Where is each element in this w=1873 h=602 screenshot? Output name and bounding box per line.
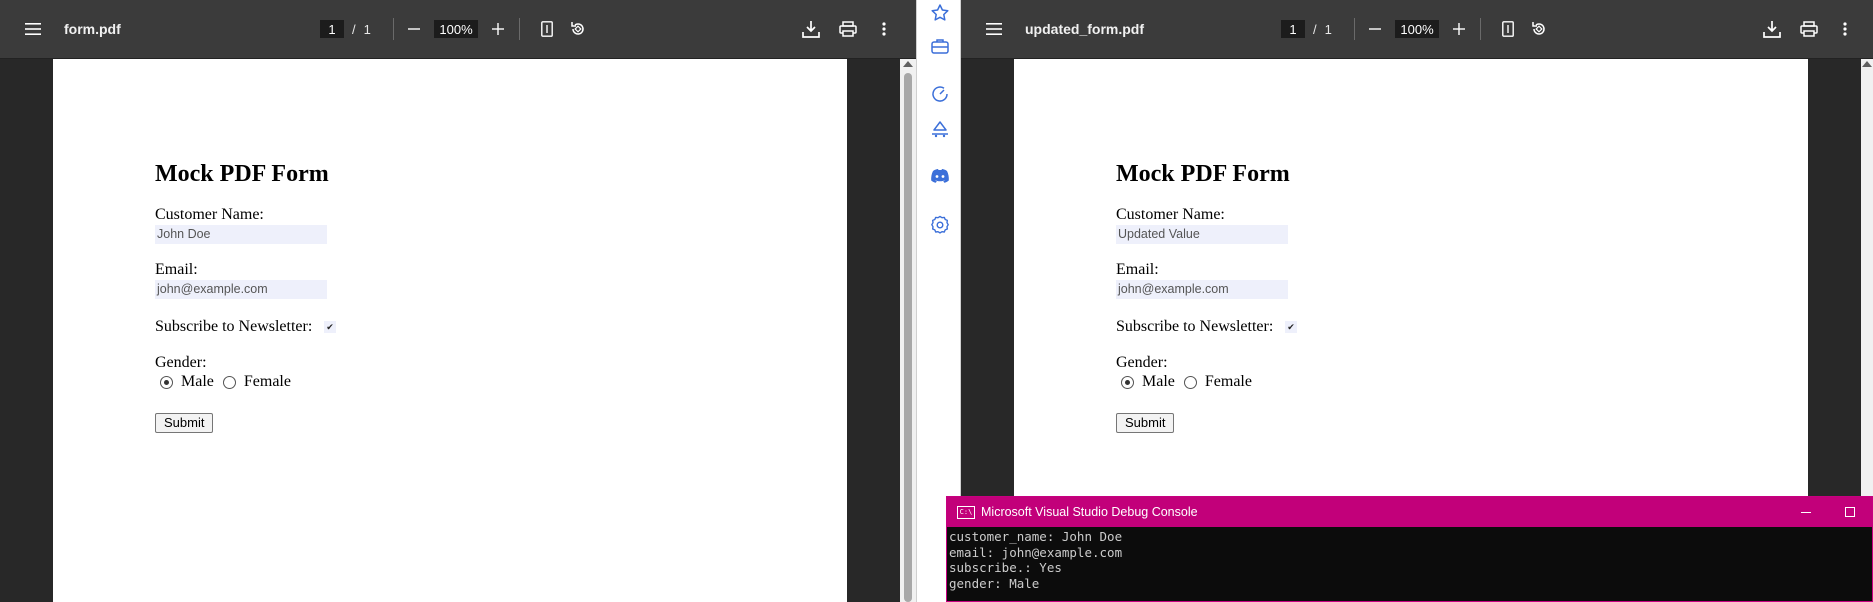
more-options-icon[interactable]	[1830, 0, 1860, 58]
pdf-form: Mock PDF Form Customer Name: Updated Val…	[1116, 161, 1297, 433]
viewer-toolbar: form.pdf / 1	[0, 0, 916, 59]
page-separator: /	[1313, 21, 1317, 37]
zoom-level	[434, 0, 478, 58]
zoom-input[interactable]	[1395, 20, 1439, 38]
page-indicator: / 1	[1281, 0, 1332, 58]
gender-label: Gender:	[1116, 354, 1168, 371]
gender-options: Male Female	[155, 373, 291, 391]
pdf-viewer-left: form.pdf / 1	[0, 0, 916, 602]
document-title: updated_form.pdf	[1025, 21, 1144, 37]
minimize-icon[interactable]	[1784, 497, 1828, 527]
submit-button[interactable]: Submit	[1116, 413, 1175, 433]
print-icon[interactable]	[1794, 0, 1824, 58]
customer-name-label: Customer Name:	[1116, 206, 1225, 223]
radio-female-label: Female	[243, 373, 291, 390]
console-line: email: john@example.com	[949, 544, 1123, 560]
page-indicator: / 1	[320, 0, 371, 58]
gauge-icon[interactable]	[929, 83, 951, 105]
zoom-out-icon[interactable]	[1360, 0, 1390, 58]
rotate-icon[interactable]	[1524, 0, 1554, 58]
fit-page-icon[interactable]	[532, 0, 562, 58]
menu-icon[interactable]	[18, 0, 48, 58]
star-icon[interactable]	[929, 2, 951, 24]
download-icon[interactable]	[796, 0, 826, 58]
pdf-form: Mock PDF Form Customer Name: John Doe Em…	[155, 161, 336, 433]
form-heading: Mock PDF Form	[1116, 161, 1290, 187]
page-total: 1	[1324, 21, 1332, 37]
toolbar-divider	[393, 0, 394, 58]
gender-label: Gender:	[155, 354, 207, 371]
fit-page-icon[interactable]	[1493, 0, 1523, 58]
email-label: Email:	[155, 261, 198, 278]
discord-icon[interactable]	[929, 165, 951, 187]
rotate-icon[interactable]	[563, 0, 593, 58]
subscribe-row: Subscribe to Newsletter:	[155, 318, 312, 336]
console-title: Microsoft Visual Studio Debug Console	[981, 505, 1198, 519]
email-field[interactable]: john@example.com	[155, 280, 327, 299]
subscribe-checkbox[interactable]: ✔	[1285, 321, 1297, 333]
subscribe-checkbox[interactable]: ✔	[324, 321, 336, 333]
gender-options: Male Female	[1116, 373, 1252, 391]
toolbar-divider	[1480, 0, 1481, 58]
form-heading: Mock PDF Form	[155, 161, 329, 187]
console-line: subscribe.: Yes	[949, 560, 1062, 576]
paint-bucket-icon[interactable]	[929, 117, 951, 139]
briefcase-icon[interactable]	[929, 35, 951, 57]
submit-button[interactable]: Submit	[155, 413, 214, 433]
scroll-up-arrow-icon[interactable]	[903, 61, 913, 67]
settings-gear-icon[interactable]	[929, 214, 951, 236]
subscribe-row: Subscribe to Newsletter:	[1116, 318, 1273, 336]
subscribe-label: Subscribe to Newsletter:	[1116, 318, 1274, 335]
radio-male-label: Male	[181, 373, 214, 390]
radio-male[interactable]	[1121, 375, 1134, 389]
customer-name-label: Customer Name:	[155, 206, 264, 223]
console-line: customer_name: John Doe	[949, 529, 1123, 544]
customer-name-field[interactable]: John Doe	[155, 225, 327, 244]
zoom-in-icon[interactable]	[1444, 0, 1474, 58]
zoom-input[interactable]	[434, 20, 478, 38]
radio-female-label: Female	[1204, 373, 1252, 390]
toolbar-divider	[1354, 0, 1355, 58]
debug-console-window: C:\ Microsoft Visual Studio Debug Consol…	[946, 496, 1873, 602]
radio-male-label: Male	[1142, 373, 1175, 390]
email-label: Email:	[1116, 261, 1159, 278]
page-number-input[interactable]	[320, 20, 344, 38]
scroll-up-arrow-icon[interactable]	[1862, 61, 1872, 67]
zoom-level	[1395, 0, 1439, 58]
download-icon[interactable]	[1757, 0, 1787, 58]
radio-female[interactable]	[1183, 375, 1197, 389]
radio-female[interactable]	[222, 375, 236, 389]
email-field[interactable]: john@example.com	[1116, 280, 1288, 299]
vertical-scrollbar[interactable]	[900, 59, 916, 602]
console-output[interactable]: customer_name: John Doe email: john@examp…	[949, 529, 1872, 601]
zoom-out-icon[interactable]	[399, 0, 429, 58]
subscribe-label: Subscribe to Newsletter:	[155, 318, 313, 335]
maximize-icon[interactable]	[1828, 497, 1872, 527]
scrollbar-thumb[interactable]	[904, 73, 912, 602]
menu-icon[interactable]	[979, 0, 1009, 58]
document-title: form.pdf	[64, 21, 121, 37]
pdf-page: Mock PDF Form Customer Name: John Doe Em…	[53, 59, 847, 602]
print-icon[interactable]	[833, 0, 863, 58]
console-title-bar[interactable]: C:\ Microsoft Visual Studio Debug Consol…	[947, 497, 1872, 527]
toolbar-divider	[519, 0, 520, 58]
radio-male[interactable]	[160, 375, 173, 389]
console-app-icon: C:\	[957, 505, 975, 519]
page-total: 1	[363, 21, 371, 37]
zoom-in-icon[interactable]	[483, 0, 513, 58]
console-line: gender: Male	[949, 575, 1040, 591]
customer-name-field[interactable]: Updated Value	[1116, 225, 1288, 244]
viewer-toolbar: updated_form.pdf / 1	[961, 0, 1873, 59]
more-options-icon[interactable]	[869, 0, 899, 58]
page-number-input[interactable]	[1281, 20, 1305, 38]
page-separator: /	[352, 21, 356, 37]
page-area: Mock PDF Form Customer Name: John Doe Em…	[0, 59, 916, 602]
